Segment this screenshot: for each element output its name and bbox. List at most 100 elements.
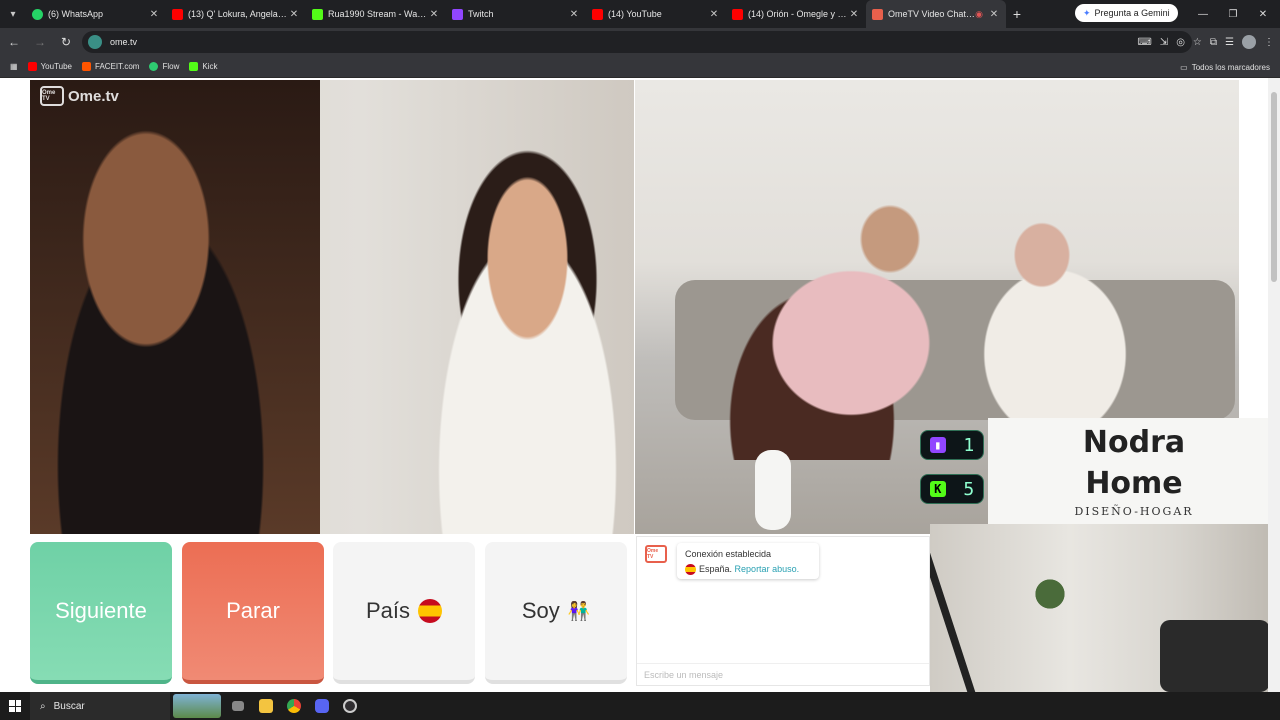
country-button[interactable]: País xyxy=(333,542,475,684)
twitch-viewers-badge: ▮ 1 xyxy=(920,430,984,460)
all-bookmarks[interactable]: ▭ Todos los marcadores xyxy=(1180,56,1270,78)
install-app-icon[interactable]: ⇲ xyxy=(1160,37,1168,48)
reload-icon[interactable]: ↻ xyxy=(54,30,78,54)
connection-text: Conexión establecida xyxy=(685,549,772,559)
restore-icon[interactable]: ❐ xyxy=(1218,0,1248,28)
tab-youtube[interactable]: (14) YouTube ✕ xyxy=(586,0,726,28)
person-man xyxy=(695,200,955,460)
back-icon[interactable]: ← xyxy=(2,30,26,54)
stop-label: Parar xyxy=(226,598,280,623)
url-text: ome.tv xyxy=(110,37,138,47)
close-tab-icon[interactable]: ✕ xyxy=(988,9,1000,20)
translate-icon[interactable]: ⌨ xyxy=(1137,37,1151,48)
person-woman xyxy=(925,200,1185,420)
gemini-icon: ✦ xyxy=(1083,7,1091,18)
page-scrollbar[interactable] xyxy=(1268,78,1280,692)
gender-button[interactable]: Soy 👫 xyxy=(485,542,627,684)
bookmark-kick[interactable]: Kick xyxy=(189,62,217,71)
country-text: España. xyxy=(699,564,733,574)
tracking-icon[interactable]: ◎ xyxy=(1176,37,1185,48)
reading-list-icon[interactable]: ☰ xyxy=(1225,37,1234,48)
extensions-icon[interactable]: ⧉ xyxy=(1210,37,1217,48)
task-view-icon[interactable] xyxy=(224,692,252,720)
microphone-arm xyxy=(930,524,976,692)
ometv-logo-text: Ome.tv xyxy=(68,87,119,105)
stop-button[interactable]: Parar xyxy=(182,542,324,684)
close-tab-icon[interactable]: ✕ xyxy=(708,9,720,20)
tab-title: (14) YouTube xyxy=(608,9,662,19)
close-tab-icon[interactable]: ✕ xyxy=(428,9,440,20)
next-button[interactable]: Siguiente xyxy=(30,542,172,684)
start-button[interactable] xyxy=(0,692,30,720)
menu-icon[interactable]: ⋮ xyxy=(1264,37,1274,48)
taskbar-widget[interactable] xyxy=(170,692,224,720)
minimize-icon[interactable]: — xyxy=(1188,0,1218,28)
obs-icon[interactable] xyxy=(336,692,364,720)
ometv-icon xyxy=(872,8,883,20)
tab-search-icon[interactable]: ▾ xyxy=(0,0,26,28)
address-bar[interactable]: ome.tv xyxy=(82,31,1192,53)
close-tab-icon[interactable]: ✕ xyxy=(848,9,860,20)
browser-toolbar: ← → ↻ ome.tv xyxy=(0,28,1280,56)
faceit-icon xyxy=(82,62,91,71)
brand-line-2: Home xyxy=(1085,466,1183,501)
tab-kick-stream[interactable]: Rua1990 Stream - Watch L ✕ xyxy=(306,0,446,28)
discord-icon[interactable] xyxy=(308,692,336,720)
file-explorer-icon[interactable] xyxy=(252,692,280,720)
spain-flag-icon xyxy=(685,564,696,576)
close-tab-icon[interactable]: ✕ xyxy=(288,9,300,20)
tab-title: OmeTV Video Chat — xyxy=(888,9,976,19)
close-tab-icon[interactable]: ✕ xyxy=(568,9,580,20)
kick-icon xyxy=(189,62,199,71)
bookmark-flow[interactable]: Flow xyxy=(149,62,179,71)
all-bookmarks-label: Todos los marcadores xyxy=(1191,62,1270,72)
gemini-button[interactable]: ✦ Pregunta a Gemini xyxy=(1075,4,1178,22)
chrome-icon[interactable] xyxy=(280,692,308,720)
local-video: Ome TV Ome.tv xyxy=(30,80,634,534)
report-abuse-link[interactable]: Reportar abuso. xyxy=(735,564,800,574)
forward-icon[interactable]: → xyxy=(28,30,52,54)
bookmark-star-icon[interactable]: ☆ xyxy=(1193,37,1202,48)
scrollbar-thumb[interactable] xyxy=(1271,92,1277,282)
tab-youtube-video[interactable]: (13) Q' Lokura, Angela Lei ✕ xyxy=(166,0,306,28)
search-icon: ⌕ xyxy=(40,700,46,712)
spain-flag-icon xyxy=(418,599,443,623)
kick-viewers-badge: K 5 xyxy=(920,474,984,504)
chair xyxy=(1160,620,1270,692)
close-tab-icon[interactable]: ✕ xyxy=(148,9,160,20)
message-input[interactable]: Escribe un mensaje xyxy=(637,663,929,685)
bookmark-label: Kick xyxy=(202,62,218,71)
sponsor-banner: Nodra Home DISEÑO-HOGAR xyxy=(988,418,1280,524)
apps-icon[interactable]: ▦ xyxy=(10,62,18,71)
tab-youtube-orion[interactable]: (14) Orión - Omegle y su n ✕ xyxy=(726,0,866,28)
bookmark-faceit[interactable]: FACEIT.com xyxy=(82,62,139,71)
tab-whatsapp[interactable]: (6) WhatsApp ✕ xyxy=(26,0,166,28)
person-right xyxy=(390,110,634,534)
tab-title: (14) Orión - Omegle y su n xyxy=(748,9,848,19)
bookmark-label: FACEIT.com xyxy=(95,62,140,71)
tab-title: Twitch xyxy=(468,9,494,19)
twitch-count: 1 xyxy=(963,434,975,456)
bookmark-youtube[interactable]: YouTube xyxy=(27,62,72,71)
bookmark-label: Flow xyxy=(162,62,180,71)
gemini-label: Pregunta a Gemini xyxy=(1094,8,1170,18)
kick-icon: K xyxy=(929,481,946,497)
twitch-icon xyxy=(452,8,463,20)
chat-panel: Ome TV Conexión establecida España. Repo… xyxy=(636,536,930,686)
vase xyxy=(755,450,791,530)
windows-icon xyxy=(9,700,21,712)
tab-ometv[interactable]: OmeTV Video Chat — ◉ ✕ xyxy=(866,0,1006,28)
twitch-icon: ▮ xyxy=(929,437,946,453)
new-tab-button[interactable]: + xyxy=(1006,6,1028,22)
close-window-icon[interactable]: ✕ xyxy=(1248,0,1278,28)
windows-taskbar: ⌕ Buscar xyxy=(0,692,1280,720)
profile-avatar[interactable] xyxy=(1242,35,1256,49)
bookmarks-bar: ▦ YouTube FACEIT.com Flow Kick ▭ Todos lo… xyxy=(0,56,1280,78)
site-info-icon[interactable] xyxy=(88,35,102,49)
flow-icon xyxy=(149,62,159,71)
tab-title: (6) WhatsApp xyxy=(48,9,104,19)
bookmark-label: YouTube xyxy=(40,62,72,71)
youtube-icon xyxy=(172,8,183,20)
taskbar-search[interactable]: ⌕ Buscar xyxy=(30,692,170,720)
tab-twitch[interactable]: Twitch ✕ xyxy=(446,0,586,28)
